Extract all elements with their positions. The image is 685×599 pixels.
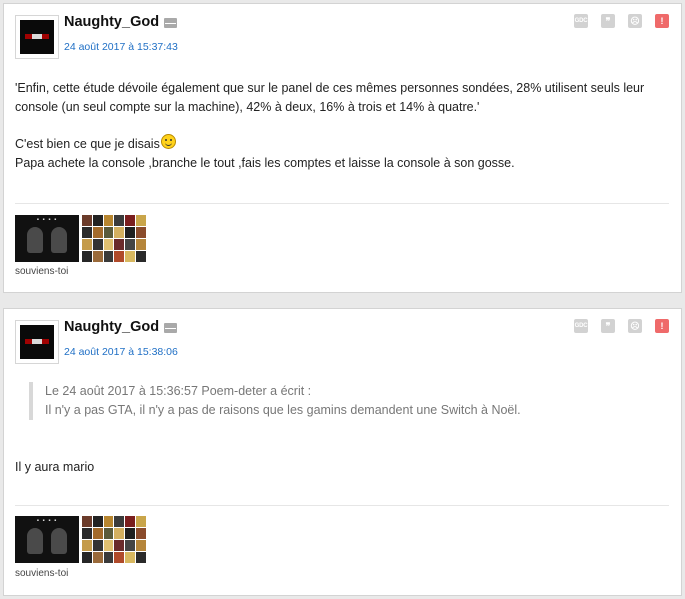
gdc-icon[interactable]: GDC <box>574 14 588 28</box>
forum-post: Naughty_God 24 août 2017 à 15:37:43 GDC … <box>3 3 682 293</box>
quote-header: Le 24 août 2017 à 15:36:57 Poem-deter a … <box>45 384 312 398</box>
post-paragraph: Papa achete la console ,branche le tout … <box>15 156 515 170</box>
signature-divider <box>15 203 669 204</box>
post-paragraph: 'Enfin, cette étude dévoile également qu… <box>15 81 645 114</box>
signature-text: souviens-toi <box>15 568 69 579</box>
quote-icon[interactable]: ❞ <box>601 319 615 333</box>
signature-image-grid <box>82 516 146 563</box>
signature-text: souviens-toi <box>15 266 69 277</box>
quote-icon[interactable]: ❞ <box>601 14 615 28</box>
post-date-link[interactable]: 24 août 2017 à 15:37:43 <box>64 41 178 53</box>
post-paragraph: C'est bien ce que je disais <box>15 134 661 154</box>
gdc-icon[interactable]: GDC <box>574 319 588 333</box>
mail-icon[interactable] <box>164 323 177 333</box>
sad-face-icon[interactable]: ☹ <box>628 14 642 28</box>
forum-post: Naughty_God 24 août 2017 à 15:38:06 GDC … <box>3 308 682 596</box>
signature-image-poster: ▪ ▪ ▪ ▪ <box>15 215 79 262</box>
post-tools: GDC ❞ ☹ ! <box>574 14 669 28</box>
post-paragraph: Il y aura mario <box>15 460 95 474</box>
smiley-icon <box>160 134 176 149</box>
post-line: C'est bien ce que je disais <box>15 137 160 151</box>
signature-images: ▪ ▪ ▪ ▪ <box>15 215 146 262</box>
mail-icon[interactable] <box>164 18 177 28</box>
post-tools: GDC ❞ ☹ ! <box>574 319 669 333</box>
alert-icon[interactable]: ! <box>655 319 669 333</box>
alert-icon[interactable]: ! <box>655 14 669 28</box>
signature-image-grid <box>82 215 146 262</box>
author-name[interactable]: Naughty_God <box>64 14 159 30</box>
quote-block: Le 24 août 2017 à 15:36:57 Poem-deter a … <box>29 382 661 420</box>
signature-divider <box>15 505 669 506</box>
quote-text: Il n'y a pas GTA, il n'y a pas de raison… <box>45 403 521 417</box>
post-date-link[interactable]: 24 août 2017 à 15:38:06 <box>64 346 178 358</box>
signature-image-poster: ▪ ▪ ▪ ▪ <box>15 516 79 563</box>
avatar[interactable] <box>15 320 59 364</box>
signature-images: ▪ ▪ ▪ ▪ <box>15 516 146 563</box>
avatar[interactable] <box>15 15 59 59</box>
sad-face-icon[interactable]: ☹ <box>628 319 642 333</box>
author-name[interactable]: Naughty_God <box>64 319 159 335</box>
